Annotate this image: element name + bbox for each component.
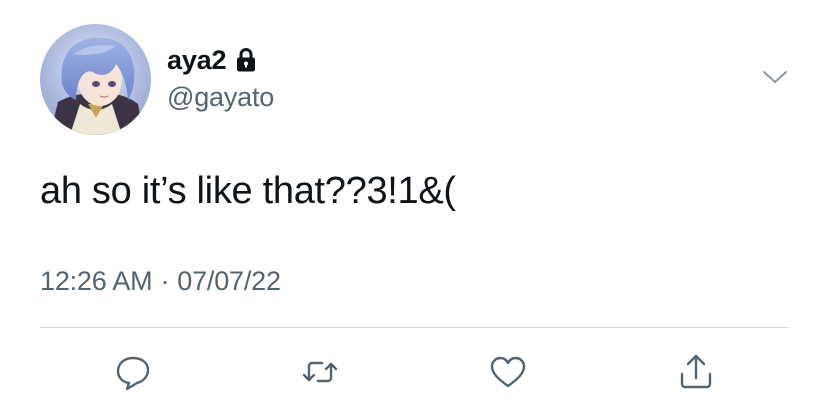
reply-button[interactable] — [111, 350, 155, 394]
retweet-arrows-icon — [302, 361, 338, 383]
share-button[interactable] — [674, 350, 718, 394]
speech-bubble-icon — [116, 356, 150, 391]
tweet-text: ah so it’s like that??3!1&( — [40, 170, 456, 212]
chevron-down-icon[interactable] — [760, 64, 790, 90]
avatar-image — [40, 24, 151, 135]
share-upload-icon — [680, 354, 712, 389]
retweet-button[interactable] — [298, 350, 342, 394]
author-handle[interactable]: @gayato — [167, 82, 274, 113]
display-name[interactable]: aya2 — [167, 45, 226, 76]
tweet-timestamp[interactable]: 12:26 AM · 07/07/22 — [40, 266, 281, 297]
tweet-time: 12:26 AM — [40, 266, 153, 296]
lock-icon — [235, 47, 257, 73]
tweet-date: 07/07/22 — [177, 266, 281, 296]
heart-icon — [490, 356, 526, 388]
meta-separator: · — [160, 266, 170, 296]
avatar[interactable] — [40, 24, 151, 135]
author-name-row[interactable]: aya2 — [167, 42, 257, 78]
divider — [40, 327, 788, 328]
like-button[interactable] — [486, 350, 530, 394]
